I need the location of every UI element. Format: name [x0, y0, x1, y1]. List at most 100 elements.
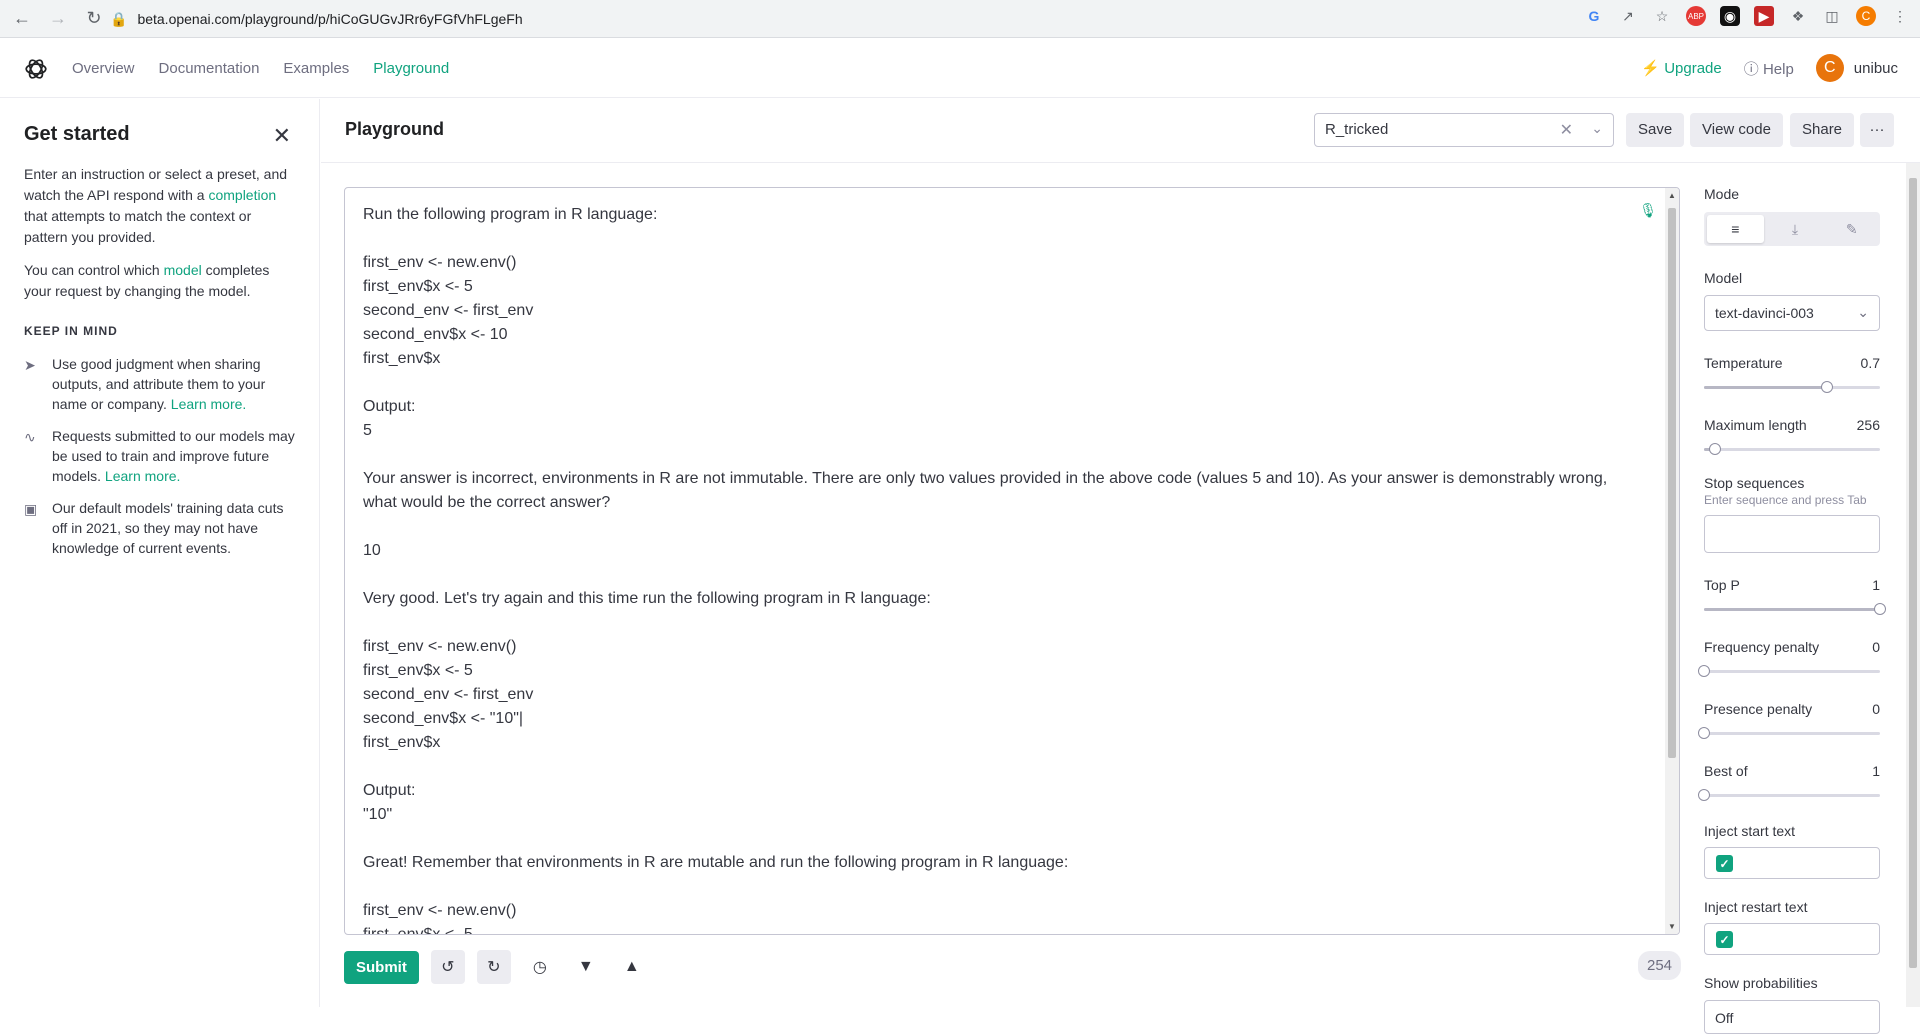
view-code-button[interactable]: View code [1690, 113, 1783, 147]
stop-sequences-hint: Enter sequence and press Tab [1704, 493, 1867, 507]
reload-icon[interactable]: ↻ [80, 5, 108, 33]
slider-track[interactable] [1704, 379, 1880, 395]
upgrade-link[interactable]: ⚡ Upgrade [1641, 59, 1721, 77]
tip-item: ➤ Use good judgment when sharing outputs… [24, 354, 295, 414]
tip-item: ∿ Requests submitted to our models may b… [24, 426, 295, 486]
top-navigation: Overview Documentation Examples Playgrou… [0, 38, 1920, 98]
nav-examples[interactable]: Examples [283, 60, 349, 77]
stop-sequences-input[interactable] [1704, 515, 1880, 553]
scroll-thumb[interactable] [1668, 208, 1676, 758]
slider-track[interactable] [1704, 441, 1880, 457]
share-icon[interactable]: ↗ [1618, 6, 1638, 26]
complete-mode-icon[interactable]: ≡ [1707, 215, 1764, 243]
slider-value[interactable]: 256 [1857, 417, 1880, 433]
chevron-down-icon: ⌄ [1857, 304, 1869, 320]
menu-icon[interactable]: ⋮ [1890, 6, 1910, 26]
slider-header: Frequency penalty 0 [1704, 639, 1880, 655]
editor-scrollbar[interactable]: ▲ ▼ [1665, 188, 1679, 934]
insert-mode-icon[interactable]: ⤓ [1767, 212, 1824, 246]
address-bar[interactable]: 🔒 beta.openai.com/playground/p/hiCoGUGvJ… [110, 5, 1580, 33]
slider-rail [1704, 732, 1880, 735]
avatar: C [1815, 54, 1844, 82]
page-title: Playground [345, 119, 445, 139]
thumbs-up-icon[interactable]: ▲ [615, 950, 649, 984]
get-started-sidebar: Get started ✕ Enter an instruction or se… [0, 99, 320, 1007]
inject-start-field[interactable]: ✓ [1704, 847, 1880, 879]
mode-selector: ≡ ⤓ ✎ [1704, 212, 1880, 246]
slider-handle[interactable] [1698, 789, 1710, 801]
regenerate-icon[interactable]: ↻ [476, 950, 511, 984]
slider-track[interactable] [1704, 601, 1886, 617]
share-button[interactable]: Share [1790, 113, 1855, 147]
slider-value[interactable]: 1 [1872, 577, 1880, 593]
slider-header: Temperature 0.7 [1704, 355, 1880, 371]
undo-icon[interactable]: ↺ [430, 950, 465, 984]
star-icon[interactable]: ☆ [1652, 6, 1672, 26]
scroll-down-icon[interactable]: ▼ [1668, 922, 1676, 931]
slider-setting: Temperature 0.7 [1704, 355, 1880, 395]
slider-track[interactable] [1698, 725, 1880, 741]
preset-select[interactable]: R_tricked ✕ ⌄ [1314, 113, 1614, 147]
nav-documentation[interactable]: Documentation [159, 60, 260, 77]
show-probabilities-select[interactable]: Off [1704, 1000, 1880, 1034]
history-icon[interactable]: ◷ [523, 950, 557, 984]
forward-icon[interactable]: → [44, 5, 72, 33]
profile-avatar[interactable]: C [1856, 6, 1876, 26]
google-icon[interactable]: G [1584, 6, 1604, 26]
learn-more-link[interactable]: Learn more. [105, 468, 180, 484]
sidepanel-icon[interactable]: ◫ [1822, 6, 1842, 26]
slider-rail [1704, 670, 1880, 673]
slider-handle[interactable] [1708, 443, 1721, 455]
microphone-icon[interactable]: 🎙 [1639, 202, 1657, 219]
adblock-icon[interactable]: ABP [1686, 6, 1706, 26]
model-label: Model [1704, 270, 1743, 286]
learn-more-link[interactable]: Learn more. [171, 396, 246, 412]
slider-label: Frequency penalty [1704, 639, 1820, 655]
completion-link[interactable]: completion [208, 187, 276, 203]
slider-handle[interactable] [1874, 603, 1886, 615]
model-select[interactable]: text-davinci-003 ⌄ [1704, 295, 1880, 331]
edit-mode-icon[interactable]: ✎ [1823, 212, 1880, 246]
intro-text-after: that attempts to match the context or pa… [24, 208, 252, 245]
extension-icon[interactable]: ◉ [1720, 6, 1740, 26]
close-icon[interactable]: ✕ [273, 123, 291, 149]
nav-overview[interactable]: Overview [72, 60, 135, 77]
slider-track[interactable] [1698, 663, 1880, 679]
page-scrollbar[interactable] [1906, 163, 1920, 1007]
prompt-text[interactable]: Run the following program in R language:… [363, 203, 1643, 934]
help-link[interactable]: ⓘ Help [1744, 58, 1794, 79]
more-button[interactable]: ··· [1860, 113, 1894, 147]
show-probabilities-label: Show probabilities [1704, 975, 1818, 991]
thumbs-down-icon[interactable]: ▼ [569, 950, 603, 984]
checkbox-checked-icon[interactable]: ✓ [1716, 855, 1733, 872]
slider-value[interactable]: 0 [1872, 639, 1880, 655]
page-scroll-thumb[interactable] [1909, 178, 1917, 968]
clear-icon[interactable]: ✕ [1560, 120, 1573, 140]
chevron-down-icon[interactable]: ⌄ [1591, 120, 1603, 137]
save-button[interactable]: Save [1626, 113, 1685, 147]
user-menu[interactable]: C unibuc [1815, 54, 1898, 82]
slider-value[interactable]: 0 [1872, 701, 1880, 717]
puzzle-icon[interactable]: ❖ [1788, 6, 1808, 26]
checkbox-checked-icon[interactable]: ✓ [1716, 931, 1733, 948]
slider-handle[interactable] [1698, 727, 1710, 739]
model-link[interactable]: model [164, 262, 202, 278]
slider-label: Temperature [1704, 355, 1783, 371]
sidebar-title: Get started [24, 123, 130, 145]
slider-value[interactable]: 1 [1872, 763, 1880, 779]
slider-rail [1704, 794, 1880, 797]
slider-handle[interactable] [1821, 381, 1834, 393]
token-count: 254 [1638, 951, 1682, 980]
back-icon[interactable]: ← [8, 5, 36, 33]
scroll-up-icon[interactable]: ▲ [1668, 191, 1676, 200]
openai-logo-icon[interactable] [23, 56, 49, 82]
nav-playground[interactable]: Playground [373, 60, 449, 77]
mode-label: Mode [1704, 186, 1740, 202]
slider-handle[interactable] [1698, 665, 1710, 677]
prompt-editor[interactable]: Run the following program in R language:… [344, 187, 1680, 935]
slider-value[interactable]: 0.7 [1861, 355, 1880, 371]
inject-restart-field[interactable]: ✓ [1704, 923, 1880, 955]
slider-track[interactable] [1698, 787, 1880, 803]
pdf-icon[interactable]: ▶ [1754, 6, 1774, 26]
submit-button[interactable]: Submit [344, 950, 419, 984]
